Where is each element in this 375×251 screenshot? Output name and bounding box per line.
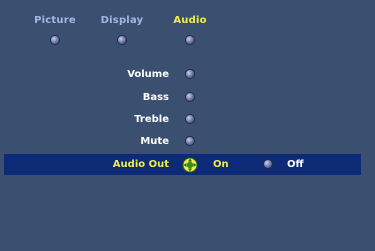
menu-item-treble-label: Treble bbox=[134, 114, 169, 125]
menu-item-audio-out-label: Audio Out bbox=[112, 159, 169, 170]
tab-display-indicator-icon bbox=[118, 36, 126, 44]
menu-item-mute-label: Mute bbox=[140, 136, 169, 147]
tab-audio-label: Audio bbox=[173, 15, 207, 26]
tab-display[interactable]: Display bbox=[92, 15, 152, 44]
menu-item-volume-label: Volume bbox=[127, 69, 169, 80]
audio-out-off-radio-icon[interactable] bbox=[264, 160, 272, 168]
tab-picture[interactable]: Picture bbox=[25, 15, 85, 44]
tab-audio-indicator-icon bbox=[186, 36, 194, 44]
audio-out-off-option[interactable]: Off bbox=[287, 159, 304, 171]
tab-display-label: Display bbox=[100, 15, 144, 26]
volume-radio-icon[interactable] bbox=[186, 70, 194, 78]
bass-radio-icon[interactable] bbox=[186, 93, 194, 101]
tab-picture-indicator-icon bbox=[51, 36, 59, 44]
treble-radio-icon[interactable] bbox=[186, 115, 194, 123]
tab-picture-label: Picture bbox=[34, 15, 76, 26]
tab-audio[interactable]: Audio bbox=[160, 15, 220, 44]
menu-item-bass-label: Bass bbox=[142, 92, 169, 103]
navigation-selector-icon[interactable] bbox=[182, 157, 198, 173]
mute-radio-icon[interactable] bbox=[186, 137, 194, 145]
audio-out-on-option[interactable]: On bbox=[213, 159, 229, 171]
